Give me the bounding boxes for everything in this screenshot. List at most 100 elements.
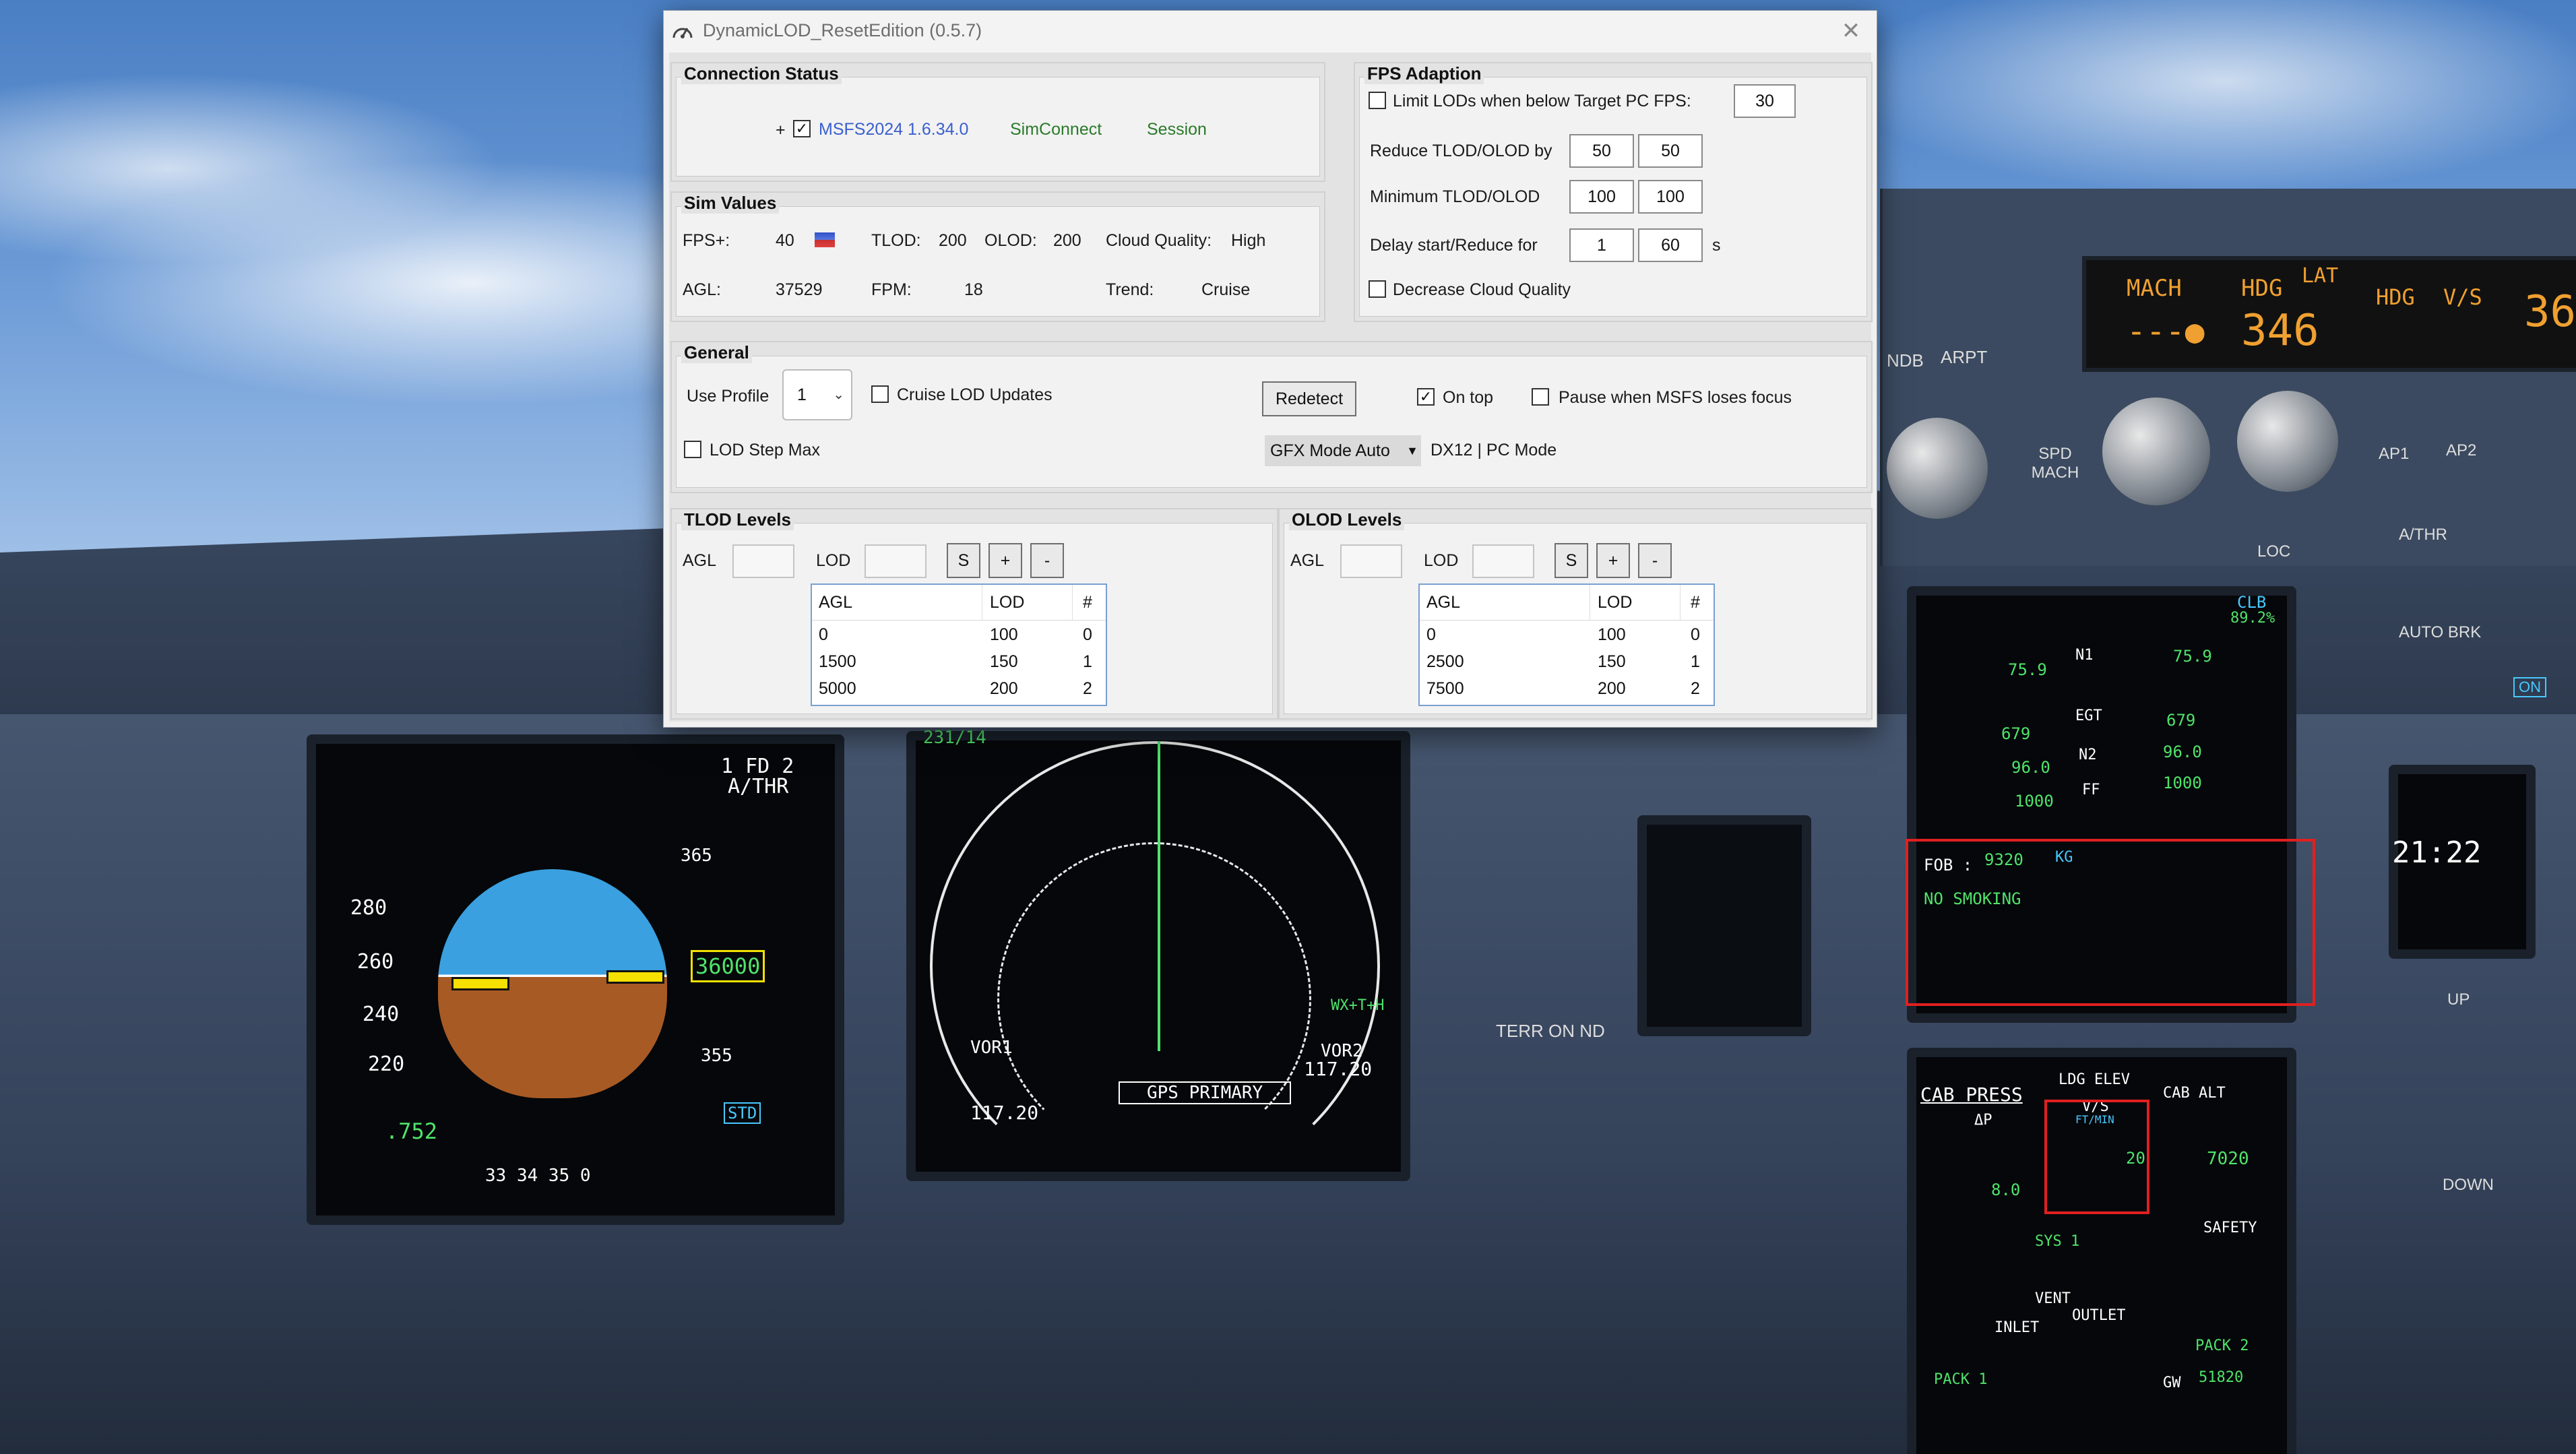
cell-agl: 2500	[1426, 652, 1464, 671]
clb-mode: CLB	[2237, 593, 2267, 612]
sim-values-group: Sim Values FPS+: 40 TLOD: 200 OLOD: 200 …	[670, 191, 1325, 322]
gfx-mode-select[interactable]: GFX Mode Auto ▼	[1265, 435, 1421, 466]
trend-value: Cruise	[1201, 280, 1251, 299]
loc-button[interactable]: LOC	[2257, 542, 2290, 561]
lod-step-max-checkbox[interactable]	[684, 441, 701, 458]
standby-instrument	[1637, 815, 1811, 1036]
cell-lod: 150	[1598, 652, 1626, 671]
cab-press-title: CAB PRESS	[1920, 1083, 2023, 1106]
target-fps-input[interactable]: 30	[1734, 84, 1796, 118]
pack2-label: PACK 2	[2195, 1337, 2249, 1354]
tlod-levels-table[interactable]: AGL LOD # 0 100 0 1500 150 1 5000 200 2	[811, 583, 1107, 706]
ff-left: 1000	[2015, 792, 2054, 811]
tlod-value: 200	[939, 231, 967, 250]
tlod-lod-label: LOD	[816, 551, 851, 570]
column-header-index[interactable]: #	[1083, 593, 1092, 612]
n2-left: 96.0	[2011, 758, 2050, 777]
tlod-set-button[interactable]: S	[947, 543, 980, 578]
min-olod-input[interactable]: 100	[1638, 180, 1703, 214]
cell-lod: 100	[1598, 625, 1626, 644]
column-header-lod[interactable]: LOD	[990, 593, 1024, 612]
olod-levels-group: OLOD Levels AGL LOD S + - AGL LOD # 0 10…	[1278, 508, 1873, 720]
heading-knob[interactable]	[2102, 398, 2210, 505]
limit-lods-label: Limit LODs when below Target PC FPS:	[1393, 92, 1691, 110]
connection-status-frame	[676, 77, 1320, 177]
limit-lods-checkbox[interactable]	[1369, 92, 1386, 109]
olod-set-button[interactable]: S	[1554, 543, 1588, 578]
decrease-cloud-checkbox[interactable]	[1369, 280, 1386, 298]
ap2-button[interactable]: AP2	[2446, 441, 2476, 460]
general-group: General Use Profile 1 ⌄ Cruise LOD Updat…	[670, 341, 1873, 493]
close-icon[interactable]: ✕	[1836, 16, 1866, 46]
cell-lod: 150	[990, 652, 1018, 671]
altitude-knob[interactable]	[2237, 391, 2338, 492]
olod-lod-input[interactable]	[1472, 544, 1534, 578]
dropdown-arrow-icon: ▼	[1406, 444, 1418, 457]
fps-adaption-title: FPS Adaption	[1364, 63, 1484, 84]
fcu-mach-label: MACH	[2127, 275, 2182, 302]
n2-label: N2	[2079, 747, 2097, 763]
ldg-elev-label: LDG ELEV	[2059, 1071, 2130, 1088]
ndb-button[interactable]: NDB	[1887, 350, 1924, 371]
on-top-checkbox[interactable]: ✓	[1417, 388, 1435, 406]
egt-right: 679	[2166, 711, 2196, 730]
pack1-label: PACK 1	[1934, 1371, 1988, 1388]
cell-agl: 0	[819, 625, 828, 644]
tlod-agl-input[interactable]	[732, 544, 794, 578]
dynamiclod-window: DynamicLOD_ResetEdition (0.5.7) ✕ Connec…	[663, 10, 1877, 728]
fcu-panel	[1880, 189, 2576, 566]
tlod-add-button[interactable]: +	[988, 543, 1022, 578]
delay-start-input[interactable]: 1	[1569, 228, 1634, 262]
fcu-speed-dashes: ---●	[2127, 313, 2205, 350]
cab-alt-value: 7020	[2207, 1149, 2249, 1169]
egt-label: EGT	[2075, 707, 2102, 724]
olod-remove-button[interactable]: -	[1638, 543, 1672, 578]
speed-knob[interactable]	[1887, 418, 1988, 519]
simconnect-status: SimConnect	[1010, 120, 1102, 139]
fcu-vs-value: 360	[2524, 287, 2576, 337]
athr-button[interactable]: A/THR	[2399, 526, 2447, 544]
olod-add-button[interactable]: +	[1596, 543, 1630, 578]
window-client-area: Connection Status + ✓ MSFS2024 1.6.34.0 …	[669, 53, 1873, 722]
sim-version-label: MSFS2024 1.6.34.0	[819, 120, 969, 139]
athr-annunciation: A/THR	[728, 775, 789, 798]
min-tlod-input[interactable]: 100	[1569, 180, 1634, 214]
tlod-lod-input[interactable]	[865, 544, 926, 578]
profile-select-value: 1	[797, 385, 807, 404]
vor2-frequency: 117.20	[1304, 1058, 1373, 1080]
auto-brk-label: AUTO BRK	[2399, 623, 2482, 641]
column-header-lod[interactable]: LOD	[1598, 593, 1632, 612]
title-bar[interactable]: DynamicLOD_ResetEdition (0.5.7) ✕	[664, 11, 1877, 53]
ap1-button[interactable]: AP1	[2379, 445, 2409, 464]
connection-status-title: Connection Status	[681, 63, 842, 84]
ff-label: FF	[2082, 782, 2100, 798]
connection-status-group: Connection Status + ✓ MSFS2024 1.6.34.0 …	[670, 62, 1325, 182]
spd-mach-button[interactable]: SPD MACH	[2028, 445, 2082, 482]
olod-levels-table[interactable]: AGL LOD # 0 100 0 2500 150 1 7500 200 2	[1418, 583, 1715, 706]
reduce-tlod-input[interactable]: 50	[1569, 134, 1634, 168]
clb-value: 89.2%	[2230, 610, 2275, 627]
column-header-index[interactable]: #	[1691, 593, 1700, 612]
profile-select[interactable]: 1 ⌄	[782, 369, 852, 420]
sim-connected-checkbox[interactable]: ✓	[793, 120, 811, 137]
cab-alt-label: CAB ALT	[2163, 1085, 2226, 1102]
vor1-frequency: 117.20	[970, 1102, 1039, 1124]
arpt-button[interactable]: ARPT	[1941, 347, 1987, 368]
auto-brk-on[interactable]: ON	[2513, 677, 2546, 697]
left-wing-symbol	[451, 977, 509, 990]
pause-focus-checkbox[interactable]	[1532, 388, 1549, 406]
n2-right: 96.0	[2163, 742, 2202, 761]
terr-on-nd-button[interactable]: TERR ON ND	[1496, 1021, 1605, 1042]
column-header-agl[interactable]: AGL	[1426, 593, 1460, 612]
cruise-lod-checkbox[interactable]	[871, 385, 889, 403]
redetect-button[interactable]: Redetect	[1262, 381, 1356, 416]
tlod-remove-button[interactable]: -	[1030, 543, 1064, 578]
sim-values-title: Sim Values	[681, 193, 780, 214]
agl-label: AGL:	[683, 280, 721, 299]
delay-reduce-input[interactable]: 60	[1638, 228, 1703, 262]
olod-agl-input[interactable]	[1340, 544, 1402, 578]
column-header-agl[interactable]: AGL	[819, 593, 852, 612]
expand-toggle[interactable]: +	[776, 121, 786, 140]
gfx-mode-value: GFX Mode Auto	[1270, 441, 1390, 460]
reduce-olod-input[interactable]: 50	[1638, 134, 1703, 168]
